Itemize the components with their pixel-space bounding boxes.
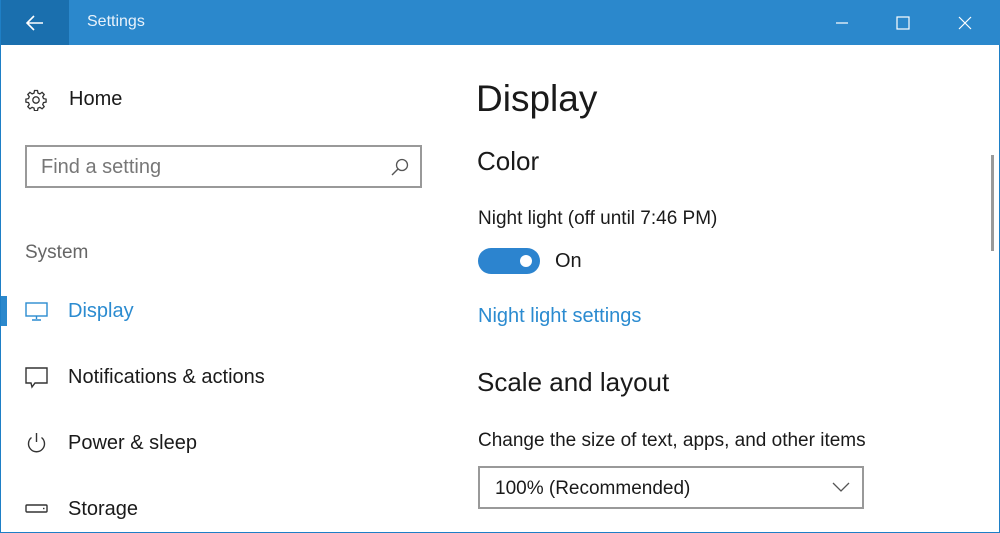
- sidebar-item-label: Storage: [68, 497, 139, 520]
- scrollbar-thumb[interactable]: [991, 155, 994, 251]
- search-input[interactable]: [41, 153, 371, 181]
- minimize-icon: [836, 21, 848, 24]
- gear-icon: [25, 89, 47, 111]
- notification-icon: [25, 367, 48, 389]
- page-title: Display: [476, 78, 598, 119]
- sidebar-item-power-sleep[interactable]: Power & sleep: [1, 423, 441, 463]
- storage-icon: [25, 504, 48, 513]
- sidebar-home[interactable]: Home: [25, 88, 122, 111]
- size-label: Change the size of text, apps, and other…: [478, 430, 866, 451]
- search-box: [25, 145, 422, 188]
- back-arrow-icon: [26, 14, 43, 31]
- sidebar-item-label: Display: [68, 299, 134, 322]
- minimize-button[interactable]: [811, 0, 873, 45]
- maximize-button[interactable]: [872, 0, 934, 45]
- maximize-icon: [896, 15, 910, 30]
- sidebar-item-storage[interactable]: Storage: [1, 489, 441, 529]
- toggle-state-label: On: [555, 250, 582, 272]
- night-light-label: Night light (off until 7:46 PM): [478, 208, 718, 229]
- night-light-toggle[interactable]: [478, 248, 540, 274]
- power-icon: [27, 433, 46, 453]
- back-button[interactable]: [1, 0, 69, 45]
- sidebar-item-display[interactable]: Display: [1, 291, 441, 331]
- chevron-down-icon: [832, 482, 850, 492]
- close-button[interactable]: [934, 0, 996, 45]
- section-label-system: System: [25, 242, 89, 263]
- settings-window: Settings Home Find a setting System Disp…: [0, 0, 1000, 533]
- close-icon: [958, 16, 972, 29]
- sidebar-item-notifications[interactable]: Notifications & actions: [1, 357, 441, 397]
- scale-dropdown[interactable]: 100% (Recommended): [478, 466, 864, 509]
- monitor-icon: [25, 302, 48, 321]
- color-heading: Color: [477, 146, 540, 176]
- sidebar-item-label: Notifications & actions: [68, 365, 265, 388]
- title-bar: Settings: [1, 0, 1000, 45]
- night-light-settings-link[interactable]: Night light settings: [478, 305, 641, 328]
- active-indicator: [1, 296, 7, 326]
- scale-layout-heading: Scale and layout: [477, 367, 670, 397]
- scale-dropdown-value: 100% (Recommended): [495, 478, 691, 499]
- sidebar-item-label: Power & sleep: [68, 431, 197, 454]
- home-label: Home: [69, 88, 123, 110]
- search-icon[interactable]: [390, 157, 410, 177]
- window-title: Settings: [87, 13, 145, 30]
- toggle-knob: [520, 255, 532, 267]
